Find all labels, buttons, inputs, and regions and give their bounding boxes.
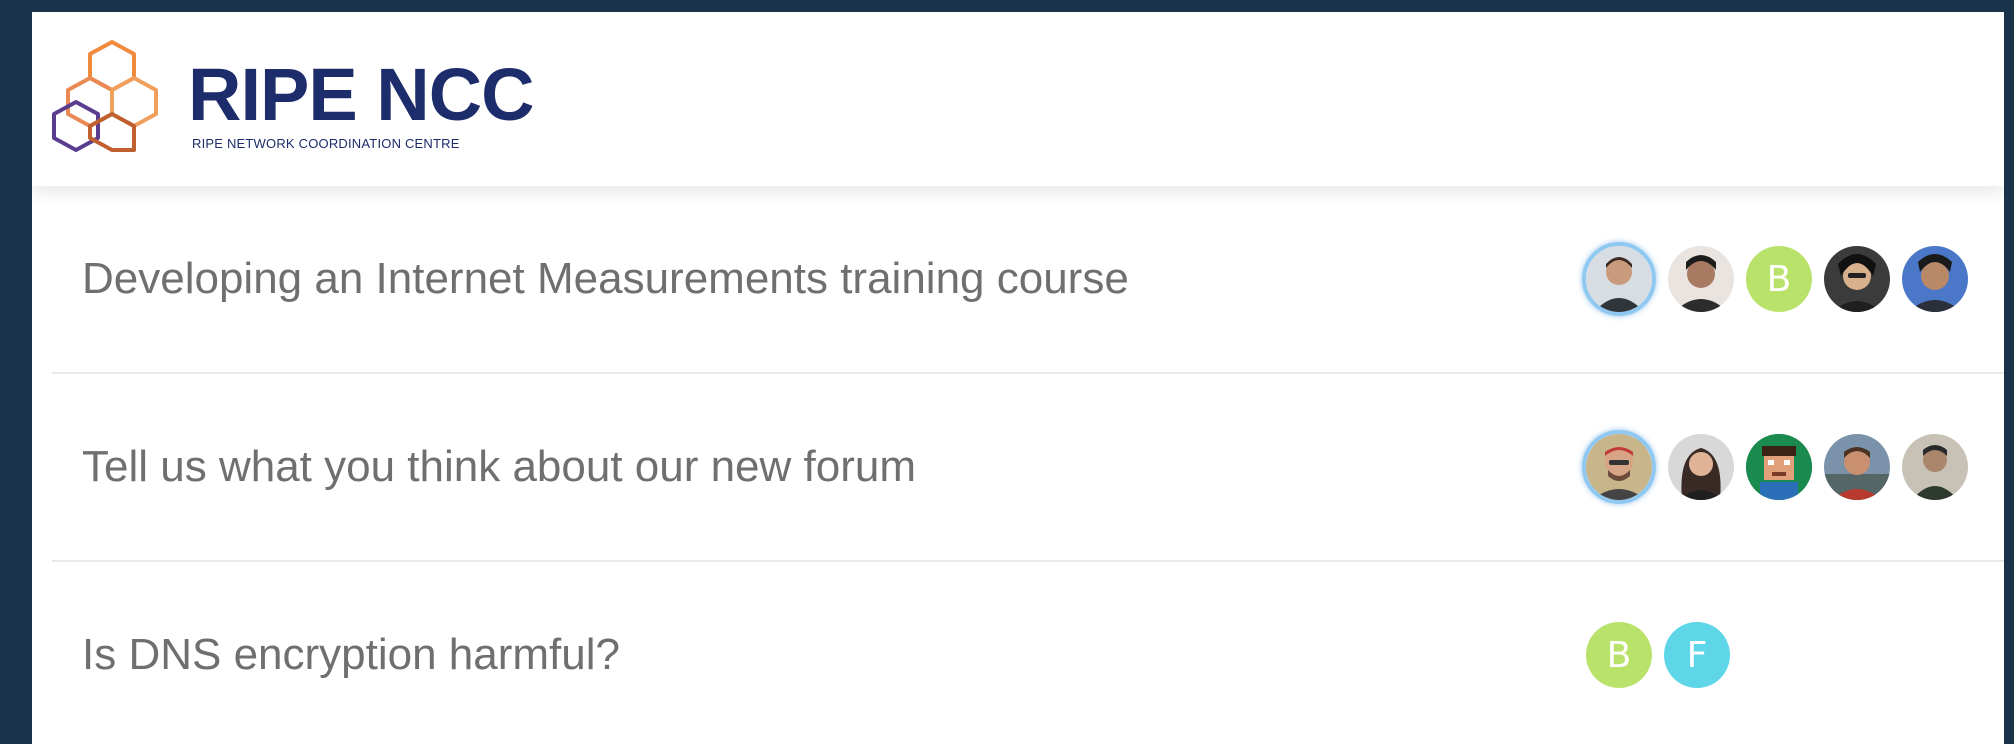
topic-row[interactable]: Developing an Internet Measurements trai… — [52, 186, 2004, 374]
topic-title-link[interactable]: Is DNS encryption harmful? — [82, 562, 620, 744]
user-avatar-icon[interactable] — [1582, 430, 1656, 504]
brand-name: RIPE NCC — [188, 53, 535, 136]
topic-row[interactable]: Tell us what you think about our new for… — [52, 374, 2004, 562]
forum-window: RIPE NCC RIPE NETWORK COORDINATION CENTR… — [32, 12, 2004, 744]
site-header: RIPE NCC RIPE NETWORK COORDINATION CENTR… — [32, 12, 2004, 186]
topic-list: Developing an Internet Measurements trai… — [52, 186, 2004, 744]
participant-avatars: B — [1582, 186, 1968, 372]
topic-title-link[interactable]: Developing an Internet Measurements trai… — [82, 186, 1129, 372]
avatar-letter: B — [1606, 634, 1632, 676]
letter-avatar-icon[interactable]: B — [1586, 622, 1652, 688]
hexagon-cubes-logo-icon — [52, 40, 158, 152]
brand-subtitle: RIPE NETWORK COORDINATION CENTRE — [192, 136, 460, 151]
avatar-letter: F — [1686, 634, 1708, 676]
letter-avatar-icon[interactable]: F — [1664, 622, 1730, 688]
participant-avatars — [1582, 374, 1968, 560]
avatar-letter: B — [1766, 258, 1792, 300]
user-avatar-icon[interactable] — [1582, 242, 1656, 316]
user-avatar-icon[interactable] — [1902, 246, 1968, 312]
topic-title-link[interactable]: Tell us what you think about our new for… — [82, 374, 916, 560]
user-avatar-icon[interactable] — [1746, 434, 1812, 500]
topic-row[interactable]: Is DNS encryption harmful? B F — [52, 562, 2004, 744]
user-avatar-icon[interactable] — [1668, 434, 1734, 500]
participant-avatars: B F — [1586, 562, 1730, 744]
user-avatar-icon[interactable] — [1668, 246, 1734, 312]
letter-avatar-icon[interactable]: B — [1746, 246, 1812, 312]
user-avatar-icon[interactable] — [1902, 434, 1968, 500]
user-avatar-icon[interactable] — [1824, 246, 1890, 312]
ripe-ncc-logo[interactable]: RIPE NCC RIPE NETWORK COORDINATION CENTR… — [50, 38, 550, 168]
user-avatar-icon[interactable] — [1824, 434, 1890, 500]
